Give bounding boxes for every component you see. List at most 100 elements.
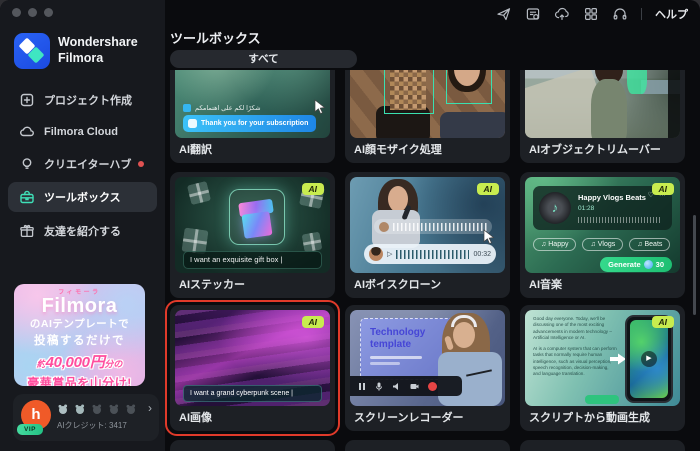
photo-edge <box>668 70 680 138</box>
speaker-icon <box>393 382 398 390</box>
banner-text: Thank you for your subscription <box>201 120 309 127</box>
ai-badge: AI <box>301 183 324 195</box>
subtitle-arabic: شكرًا لكم على اهتمامكم <box>183 104 261 112</box>
tag-label: Happy <box>548 241 569 248</box>
support-headset-icon[interactable] <box>612 6 628 22</box>
cursor-icon <box>483 229 495 244</box>
gift-icon <box>20 224 34 238</box>
cloud-sync-icon[interactable] <box>554 6 570 22</box>
sidebar-item-label: Filmora Cloud <box>44 126 118 138</box>
window-minimize-button[interactable] <box>28 8 37 17</box>
toolbox-grid: شكرًا لكم على اهتمامكم Thank you for you… <box>165 70 700 451</box>
slide-title-line1: Technology <box>370 327 426 338</box>
highlighted-lighthouse <box>627 70 647 94</box>
phone-screen: ▶ <box>630 320 668 398</box>
promo-banner[interactable]: フィモーラ Filmora のAIテンプレートで 投稿するだけで 約40,000… <box>14 284 145 386</box>
creator-hub-icon <box>22 158 32 169</box>
chevron-right-icon[interactable]: › <box>148 401 152 415</box>
track-duration: 01:28 <box>578 205 595 212</box>
ai-badge: AI <box>651 316 674 328</box>
tag-pill: ♫ Beats <box>629 238 671 251</box>
tag-pill: ♫ Vlogs <box>582 238 624 251</box>
news-icon[interactable] <box>525 6 541 22</box>
card-label: AI顔モザイク処理 <box>354 144 442 156</box>
card-script-to-video[interactable]: Good day everyone. Today, we'll be discu… <box>520 305 685 431</box>
card-label: AI音楽 <box>529 279 562 291</box>
card-ai-translate[interactable]: شكرًا لكم على اهتمامكم Thank you for you… <box>170 70 335 163</box>
ai-credits-label: AIクレジット: 3417 <box>57 421 127 430</box>
promo-amount-suffix: 分の <box>104 359 123 370</box>
user-account-card[interactable]: h VIP › AIクレジット: 3417 <box>13 394 159 441</box>
sidebar-item-toolbox[interactable]: ツールボックス <box>8 182 157 212</box>
vertical-scrollbar[interactable] <box>693 215 696 315</box>
card-ai-face-mosaic[interactable]: AI顔モザイク処理 <box>345 70 510 163</box>
mini-avatar-icon <box>109 404 119 414</box>
tab-all[interactable]: すべて <box>170 50 357 68</box>
thumbnail-screen-recorder: Technology template <box>350 310 505 406</box>
sidebar-item-filmora-cloud[interactable]: Filmora Cloud <box>8 117 157 147</box>
card-screen-recorder[interactable]: Technology template スクリーンレコーダー <box>345 305 510 431</box>
card-partial[interactable] <box>345 440 510 451</box>
promo-amount: 約40,000円分の <box>14 351 145 372</box>
sidebar-item-label: プロジェクト作成 <box>44 95 132 107</box>
card-partial[interactable] <box>170 440 335 451</box>
ai-badge: AI <box>301 316 324 328</box>
card-label: AIステッカー <box>179 279 245 291</box>
face-detect-box <box>446 70 492 104</box>
sidebar-item-label: ツールボックス <box>44 192 121 204</box>
mini-avatar-icon <box>92 404 102 414</box>
thumbnail-ai-image: I want a grand cyberpunk scene | AI <box>175 310 330 406</box>
thumbnail-ai-face-mosaic <box>350 70 505 138</box>
music-tags: ♫ Happy ♫ Vlogs ♫ Beats <box>533 238 671 251</box>
promo-line3: 投稿するだけで <box>34 335 125 348</box>
avatar <box>369 247 383 261</box>
script-paragraph: AI is a computer system that can perform… <box>533 345 617 377</box>
note-icon: ♫ <box>637 241 643 248</box>
help-button[interactable]: ヘルプ <box>655 6 688 22</box>
thumbnail-ai-translate: شكرًا لكم على اهتمامكم Thank you for you… <box>175 70 330 138</box>
play-icon: ▷ <box>387 251 393 258</box>
thumbnail-ai-music: ♪ Happy Vlogs Beats 01:28 ♡ ⋯ ♫ Happy ♫ Vl… <box>525 177 680 273</box>
card-partial[interactable] <box>520 440 685 451</box>
person-face <box>453 322 475 348</box>
note-icon: ♫ <box>590 241 596 248</box>
music-track-card: ♪ Happy Vlogs Beats 01:28 ♡ ⋯ <box>533 186 672 230</box>
sidebar-item-creator-hub[interactable]: クリエイターハブ <box>8 149 157 179</box>
window-zoom-button[interactable] <box>44 8 53 17</box>
clip-time: 00:32 <box>473 250 491 258</box>
apps-grid-icon[interactable] <box>583 6 599 22</box>
card-ai-object-remover[interactable]: AIオブジェクトリムーバー <box>520 70 685 163</box>
send-icon[interactable] <box>496 6 512 22</box>
recording-toolbar <box>350 376 462 396</box>
face-detect-box <box>384 70 434 114</box>
sidebar: Wondershare Filmora プロジェクト作成 Filmora Clo… <box>0 0 165 451</box>
avatar <box>379 221 389 232</box>
tag-label: Vlogs <box>597 241 616 248</box>
card-ai-music[interactable]: ♪ Happy Vlogs Beats 01:28 ♡ ⋯ ♫ Happy ♫ Vl… <box>520 172 685 298</box>
new-project-icon <box>20 93 34 107</box>
promo-amount-value: 40,000円 <box>45 354 105 372</box>
mini-avatar-icon <box>75 404 85 414</box>
app-window: Wondershare Filmora プロジェクト作成 Filmora Clo… <box>0 0 700 451</box>
sidebar-item-label: 友達を紹介する <box>44 226 121 238</box>
toolbox-icon <box>20 190 34 204</box>
prompt-input: I want a grand cyberpunk scene | <box>183 385 322 402</box>
card-ai-image[interactable]: I want a grand cyberpunk scene | AI AI画像 <box>170 305 335 431</box>
voice-waveform-source <box>374 219 492 234</box>
card-ai-voice-clone[interactable]: ▷ 00:32 AI AIボイスクローン <box>345 172 510 298</box>
window-close-button[interactable] <box>12 8 21 17</box>
sidebar-item-refer-friend[interactable]: 友達を紹介する <box>8 216 157 246</box>
card-label: AI画像 <box>179 412 212 424</box>
mic-icon <box>376 382 382 391</box>
floating-gift <box>186 180 212 206</box>
credit-coin-icon <box>643 260 653 269</box>
slide-text-line <box>370 356 422 359</box>
window-controls[interactable] <box>12 8 53 17</box>
card-label: スクリーンレコーダー <box>354 412 464 424</box>
card-ai-sticker[interactable]: I want an exquisite gift box | AI AIステッカ… <box>170 172 335 298</box>
sidebar-item-new-project[interactable]: プロジェクト作成 <box>8 85 157 115</box>
filmora-logo-icon <box>14 33 50 69</box>
phone-mockup: ▶ <box>625 315 673 403</box>
music-note-icon: ♪ <box>539 192 571 224</box>
tag-pill: ♫ Happy <box>533 238 577 251</box>
